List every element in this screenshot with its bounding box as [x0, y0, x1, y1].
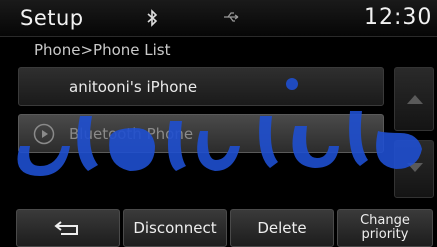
- disconnect-label: Disconnect: [133, 219, 217, 237]
- list-item-label: Bluetooth Phone: [69, 125, 194, 143]
- back-button[interactable]: [16, 209, 120, 247]
- scroll-up-button[interactable]: [394, 67, 434, 131]
- delete-label: Delete: [257, 219, 307, 237]
- disconnect-button[interactable]: Disconnect: [123, 209, 227, 247]
- bluetooth-icon: [147, 9, 158, 27]
- page-title: Setup: [20, 6, 84, 30]
- delete-button[interactable]: Delete: [230, 209, 334, 247]
- back-arrow-icon: [54, 221, 78, 235]
- change-priority-button[interactable]: Change priority: [337, 209, 433, 247]
- change-priority-label-line2: priority: [361, 227, 409, 242]
- clock: 12:30: [364, 5, 433, 30]
- usb-icon: [224, 12, 239, 22]
- chevron-down-icon: [407, 163, 423, 172]
- status-bar: Setup 12:30: [0, 0, 437, 37]
- play-circle-icon: [33, 123, 55, 145]
- breadcrumb: Phone>Phone List: [34, 41, 171, 59]
- change-priority-label-line1: Change: [360, 213, 410, 228]
- action-bar: Disconnect Delete Change priority: [0, 206, 437, 247]
- list-item-anitooni-iphone[interactable]: anitooni's iPhone: [18, 67, 384, 106]
- scroll-down-button[interactable]: [394, 140, 434, 198]
- list-item-label: anitooni's iPhone: [69, 78, 198, 96]
- list-item-bluetooth-phone[interactable]: Bluetooth Phone: [18, 114, 384, 153]
- chevron-up-icon: [407, 95, 423, 104]
